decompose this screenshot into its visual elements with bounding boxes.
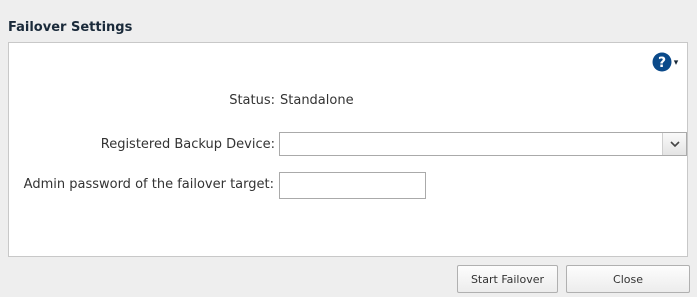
admin-password-input[interactable] — [279, 172, 426, 199]
chevron-down-icon: ▾ — [673, 58, 679, 68]
status-label: Status: — [229, 93, 275, 108]
backup-device-select[interactable] — [279, 132, 687, 156]
svg-text:?: ? — [658, 55, 666, 71]
dialog-titlebar: Failover Settings — [0, 0, 697, 40]
help-circle-icon: ? — [652, 52, 672, 75]
dropdown-arrow-icon[interactable] — [662, 133, 686, 155]
help-menu-button[interactable]: ? ▾ — [647, 51, 683, 75]
admin-password-label: Admin password of the failover target: — [23, 177, 274, 192]
dialog-title: Failover Settings — [8, 20, 133, 35]
backup-device-label: Registered Backup Device: — [100, 137, 275, 152]
start-failover-button[interactable]: Start Failover — [457, 265, 558, 293]
failover-settings-dialog: Failover Settings ? ▾ Status: Standalone… — [0, 0, 697, 297]
close-button[interactable]: Close — [566, 265, 690, 293]
status-value: Standalone — [280, 93, 354, 108]
